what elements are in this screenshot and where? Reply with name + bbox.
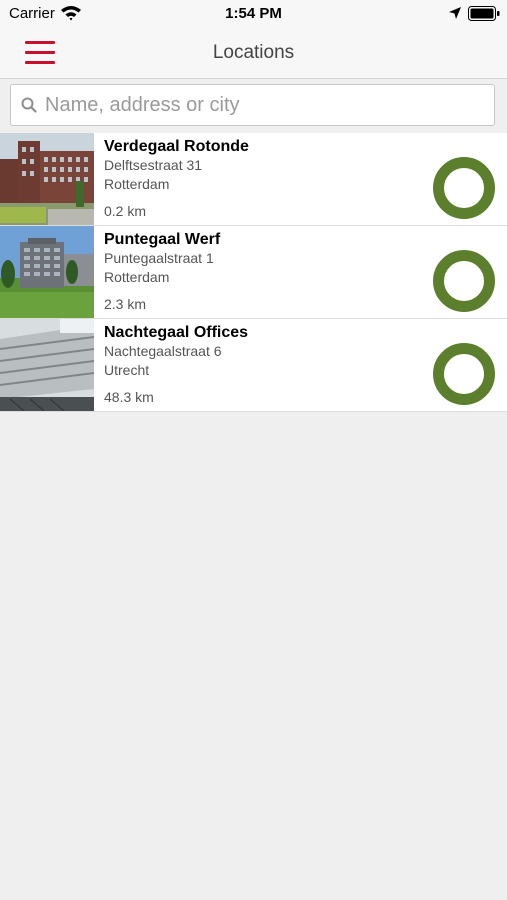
status-ring-icon — [433, 250, 495, 312]
location-row[interactable]: Puntegaal Werf Puntegaalstraat 1 Rotterd… — [0, 226, 507, 319]
location-photo — [0, 133, 94, 225]
location-city: Utrecht — [104, 362, 150, 378]
location-city: Rotterdam — [104, 176, 170, 192]
location-street: Puntegaalstraat 1 — [104, 250, 214, 266]
location-row[interactable]: Nachtegaal Offices Nachtegaalstraat 6 Ut… — [0, 319, 507, 412]
location-name: Nachtegaal Offices — [104, 324, 249, 341]
status-bar: Carrier 1:54 PM — [0, 0, 507, 28]
location-arrow-icon — [449, 7, 461, 19]
location-distance: 2.3 km — [104, 296, 147, 312]
search-icon — [21, 97, 37, 113]
location-photo — [0, 319, 94, 411]
search-input[interactable] — [45, 91, 485, 119]
location-distance: 0.2 km — [104, 203, 147, 219]
location-name: Puntegaal Werf — [104, 231, 221, 248]
status-ring-icon — [433, 157, 495, 219]
page-title: Locations — [212, 42, 295, 63]
location-photo — [0, 226, 94, 318]
battery-icon — [468, 6, 500, 21]
search-box[interactable] — [10, 84, 495, 126]
clock: 1:54 PM — [225, 5, 282, 22]
location-street: Delftsestraat 31 — [104, 157, 203, 173]
location-street: Nachtegaalstraat 6 — [104, 343, 222, 359]
search-area — [0, 79, 507, 133]
location-name: Verdegaal Rotonde — [104, 138, 249, 155]
location-distance: 48.3 km — [104, 389, 154, 405]
navigation-bar: Locations — [0, 28, 507, 79]
location-row[interactable]: Verdegaal Rotonde Delftsestraat 31 Rotte… — [0, 133, 507, 226]
status-ring-icon — [433, 343, 495, 405]
location-list: Verdegaal Rotonde Delftsestraat 31 Rotte… — [0, 133, 507, 412]
location-city: Rotterdam — [104, 269, 170, 285]
